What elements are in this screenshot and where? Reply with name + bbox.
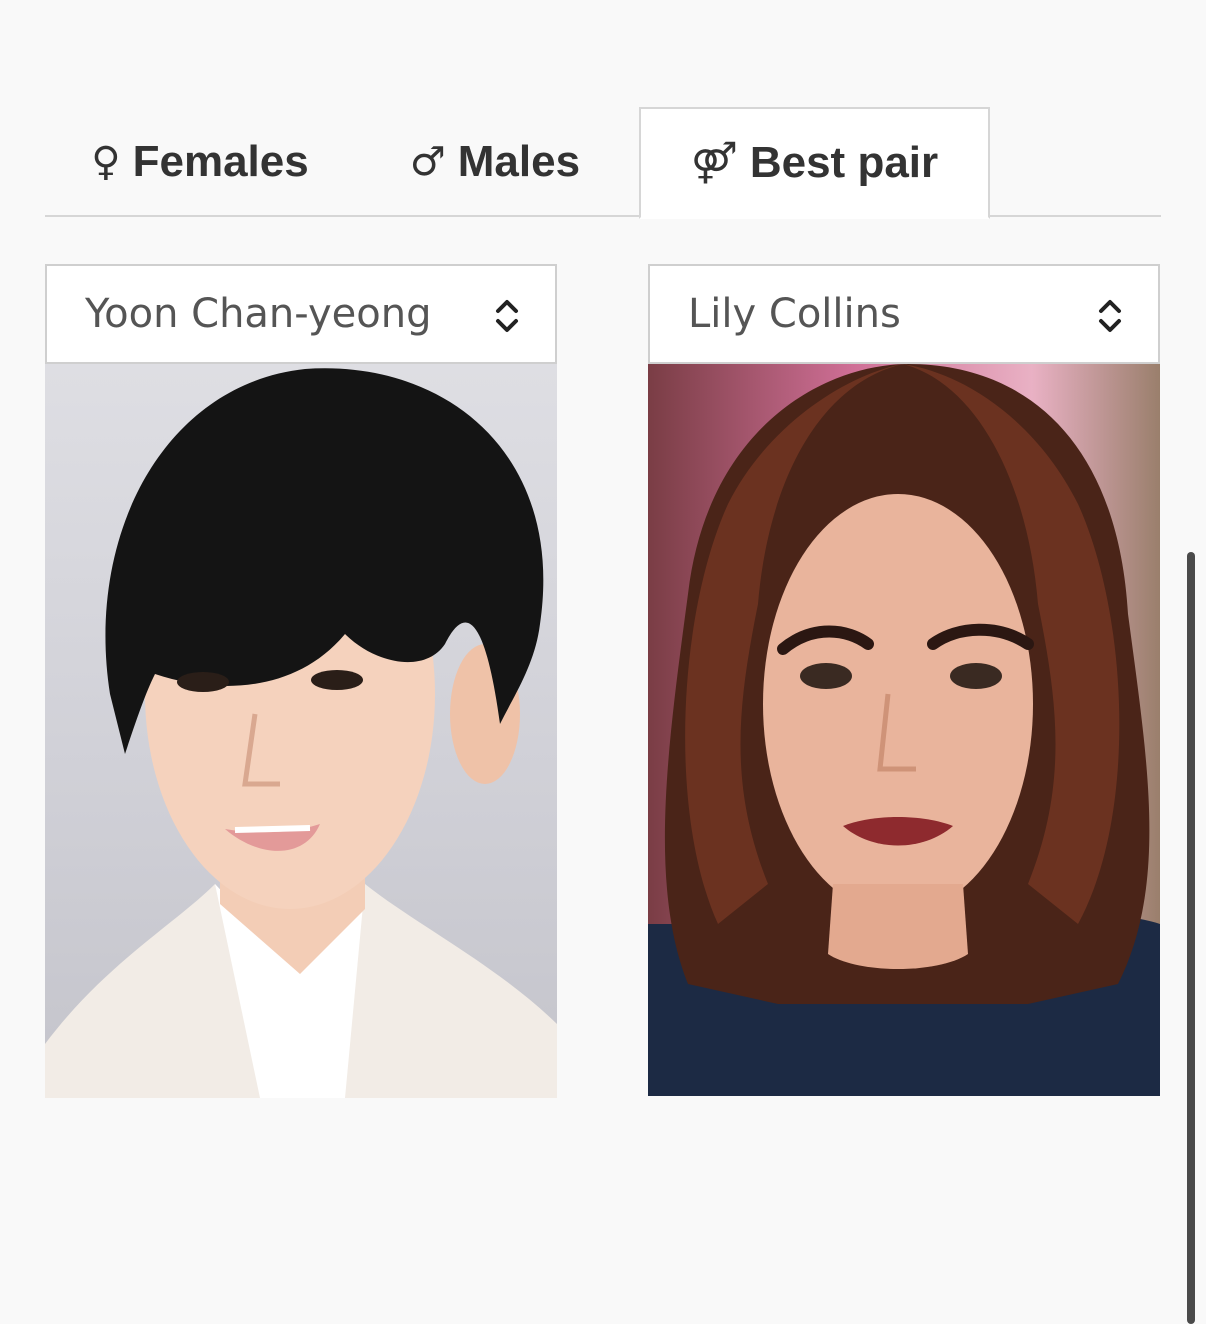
left-person-photo (45, 364, 557, 1098)
tab-females[interactable]: ♀ Females (85, 107, 315, 217)
right-person-photo (648, 364, 1160, 1096)
page-scrollbar[interactable] (1187, 552, 1195, 1324)
left-person-select-value: Yoon Chan-yeong (85, 291, 432, 337)
tab-males-label: Males (457, 137, 581, 186)
female-symbol-icon: ♀ (91, 139, 121, 185)
tab-males[interactable]: ♂ Males (405, 107, 585, 217)
right-person-select-value: Lily Collins (688, 291, 901, 337)
couple-symbol-icon: ⚤ (690, 140, 738, 186)
chevron-up-down-icon (1099, 300, 1121, 332)
male-symbol-icon: ♂ (409, 139, 446, 185)
left-person-select[interactable]: Yoon Chan-yeong (45, 264, 557, 364)
right-person-select[interactable]: Lily Collins (648, 264, 1160, 364)
portrait-male-image (45, 368, 557, 1098)
chevron-up-down-icon (496, 300, 518, 332)
tab-females-label: Females (132, 137, 309, 186)
tab-best-pair-label: Best pair (749, 138, 939, 187)
portrait-female-image (648, 364, 1160, 1096)
tab-bar: ♀ Females ♂ Males ⚤ Best pair (45, 107, 1161, 219)
page: ♀ Females ♂ Males ⚤ Best pair Yoon Chan-… (0, 0, 1206, 1324)
tab-best-pair[interactable]: ⚤ Best pair (639, 107, 990, 219)
